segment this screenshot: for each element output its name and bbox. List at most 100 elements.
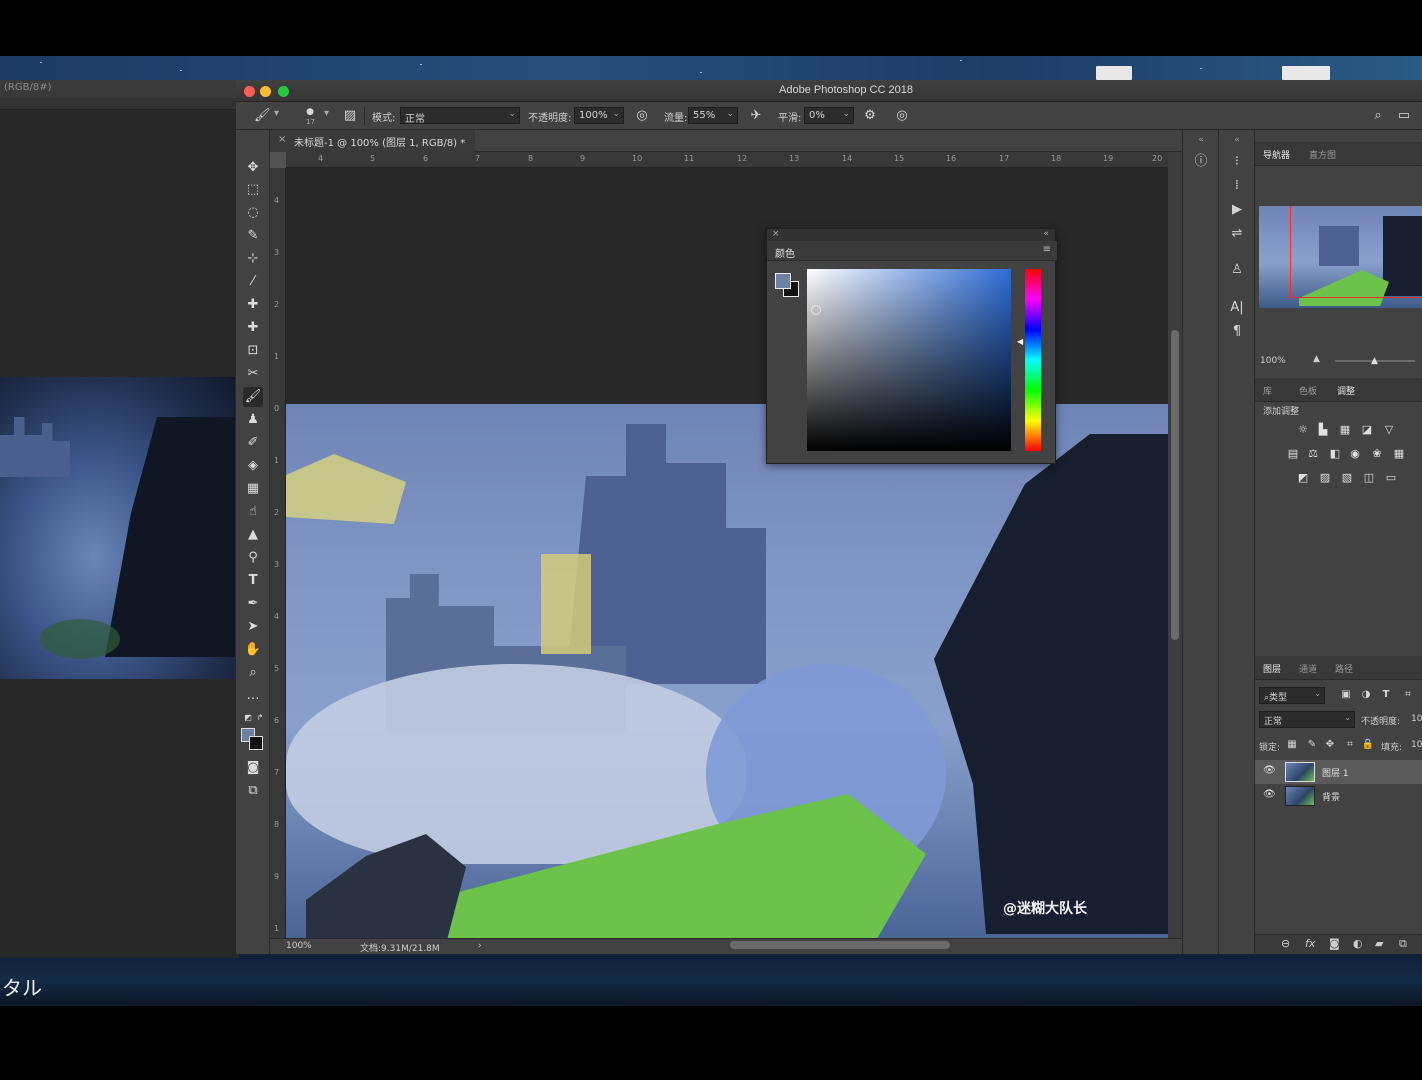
navigator-view-frame[interactable]: [1290, 206, 1422, 298]
character-panel-icon[interactable]: A|: [1227, 298, 1247, 318]
new-group-icon[interactable]: ▰: [1375, 937, 1383, 950]
brightness-icon[interactable]: ☼: [1295, 422, 1311, 438]
filter-adjustment-icon[interactable]: ◑: [1359, 688, 1373, 702]
hand-tool-icon[interactable]: ✋: [243, 640, 263, 660]
sharpen-tool-icon[interactable]: ▲: [243, 525, 263, 545]
crop-tool-icon[interactable]: ⊹: [243, 249, 263, 269]
airbrush-icon[interactable]: ✈: [748, 108, 764, 124]
quick-select-tool-icon[interactable]: ✎: [243, 226, 263, 246]
tab-paths[interactable]: 路径: [1335, 662, 1353, 675]
collapse-icon[interactable]: «: [1191, 130, 1211, 150]
gradient-tool-icon[interactable]: ▦: [243, 479, 263, 499]
hue-slider[interactable]: [1025, 269, 1041, 451]
threshold-icon[interactable]: ▧: [1339, 470, 1355, 486]
pressure-opacity-icon[interactable]: ◎: [634, 108, 650, 124]
workspace-icon[interactable]: ▭: [1396, 108, 1412, 124]
filter-type-icon[interactable]: T: [1379, 688, 1393, 702]
filter-shape-icon[interactable]: ⌗: [1401, 688, 1415, 702]
clone-source-panel-icon[interactable]: ♙: [1227, 260, 1247, 280]
lock-image-icon[interactable]: ✎: [1305, 738, 1319, 752]
color-panel-header[interactable]: × «: [767, 229, 1055, 241]
zoom-out-icon[interactable]: ▲: [1313, 354, 1320, 364]
dodge-tool-icon[interactable]: ⚲: [243, 548, 263, 568]
channel-mixer-icon[interactable]: ❀: [1369, 446, 1385, 462]
background-color-swatch[interactable]: [249, 736, 263, 750]
tab-channels[interactable]: 通道: [1299, 662, 1317, 675]
swap-colors-icon[interactable]: ↱: [250, 708, 270, 728]
pen-tool-icon[interactable]: ✒: [243, 594, 263, 614]
eyedropper-tool-icon[interactable]: ⁄: [243, 272, 263, 292]
exposure-icon[interactable]: ◪: [1359, 422, 1375, 438]
patch-tool-icon[interactable]: ⊡: [243, 341, 263, 361]
tab-swatches[interactable]: 色板: [1299, 384, 1317, 397]
navigator-thumbnail[interactable]: [1259, 206, 1422, 308]
spot-healing-tool-icon[interactable]: ✚: [243, 318, 263, 338]
document-tab[interactable]: × 未标题-1 @ 100% (图层 1, RGB/8) *: [270, 130, 476, 152]
color-picker-handle[interactable]: [811, 305, 821, 315]
healing-brush-tool-icon[interactable]: ✚: [243, 295, 263, 315]
brush-settings-icon[interactable]: ▨: [342, 108, 358, 124]
close-tab-icon[interactable]: ×: [278, 134, 286, 145]
hue-slider-marker[interactable]: ◀: [1017, 337, 1023, 346]
info-icon[interactable]: ⓘ: [1191, 152, 1211, 172]
layer-row[interactable]: 👁 背景: [1255, 784, 1422, 808]
brush-tool-icon[interactable]: 🖌: [243, 387, 263, 407]
actions-play-icon[interactable]: ▶: [1227, 200, 1247, 220]
status-zoom[interactable]: 100%: [286, 941, 312, 951]
status-menu-arrow[interactable]: ›: [478, 941, 482, 951]
layer-filter-select[interactable]: ⌕类型 ⌄: [1259, 687, 1325, 704]
filter-pixel-icon[interactable]: ▣: [1339, 688, 1353, 702]
tab-layers[interactable]: 图层: [1263, 662, 1281, 675]
brushes-panel-icon[interactable]: ⁞: [1227, 176, 1247, 196]
invert-icon[interactable]: ◩: [1295, 470, 1311, 486]
flow-input[interactable]: 55% ⌄: [688, 107, 738, 124]
navigator-zoom-value[interactable]: 100%: [1260, 356, 1286, 366]
collapse-icon[interactable]: «: [1043, 229, 1049, 239]
lock-transparent-icon[interactable]: ▦: [1285, 738, 1299, 752]
lock-artboard-icon[interactable]: ⌗: [1343, 738, 1357, 752]
gear-icon[interactable]: ⚙: [862, 108, 878, 124]
mode-select[interactable]: 正常 ⌄: [400, 107, 520, 125]
background-document-tab[interactable]: (RGB/8#): [0, 80, 239, 98]
lock-all-icon[interactable]: 🔒: [1361, 738, 1375, 752]
selective-color-icon[interactable]: ◫: [1361, 470, 1377, 486]
collapse-icon[interactable]: «: [1227, 130, 1247, 150]
background-document-window[interactable]: (RGB/8#): [0, 80, 240, 958]
gradient-map-icon[interactable]: ▭: [1383, 470, 1399, 486]
vibrance-icon[interactable]: ▽: [1381, 422, 1397, 438]
tab-adjustments[interactable]: 调整: [1337, 384, 1355, 397]
content-aware-move-icon[interactable]: ✂: [243, 364, 263, 384]
add-mask-icon[interactable]: ◙: [1329, 937, 1340, 950]
brush-picker-dropdown-icon[interactable]: ▾: [324, 108, 329, 119]
move-tool-icon[interactable]: ✥: [243, 158, 263, 178]
eye-icon[interactable]: 👁: [1263, 765, 1276, 776]
history-brush-tool-icon[interactable]: ✐: [243, 433, 263, 453]
zoom-slider-knob[interactable]: ▲: [1371, 356, 1378, 366]
paragraph-panel-icon[interactable]: ¶: [1227, 322, 1247, 342]
tab-libraries[interactable]: 库: [1263, 384, 1272, 397]
more-tools-icon[interactable]: …: [243, 686, 263, 706]
curves-icon[interactable]: ▦: [1337, 422, 1353, 438]
horizontal-scrollbar-thumb[interactable]: [730, 941, 950, 949]
color-balance-icon[interactable]: ⚖: [1305, 446, 1321, 462]
layer-row[interactable]: 👁 图层 1: [1255, 760, 1422, 784]
foreground-color-swatch[interactable]: [775, 273, 791, 289]
color-panel-tab[interactable]: 颜色 ≡: [767, 241, 1057, 261]
smudge-tool-icon[interactable]: ☝: [243, 502, 263, 522]
blend-mode-select[interactable]: 正常 ⌄: [1259, 711, 1355, 728]
quick-mask-icon[interactable]: ◙: [243, 758, 263, 778]
black-white-icon[interactable]: ◧: [1327, 446, 1343, 462]
hue-saturation-icon[interactable]: ▤: [1285, 446, 1301, 462]
opacity-input[interactable]: 100% ⌄: [574, 107, 624, 124]
tab-histogram[interactable]: 直方图: [1309, 148, 1336, 161]
marquee-tool-icon[interactable]: ⬚: [243, 180, 263, 200]
fill-value[interactable]: 10: [1411, 740, 1422, 750]
path-selection-tool-icon[interactable]: ➤: [243, 617, 263, 637]
preset-dropdown-icon[interactable]: ▾: [274, 108, 279, 119]
pressure-size-icon[interactable]: ◎: [894, 108, 910, 124]
eye-icon[interactable]: 👁: [1263, 789, 1276, 800]
canvas-artwork[interactable]: @迷糊大队长: [286, 404, 1168, 938]
layer-opacity-value[interactable]: 10: [1411, 714, 1422, 724]
brush-tool-preset-icon[interactable]: 🖌: [254, 108, 271, 124]
vertical-ruler[interactable]: 4 3 2 1 0 1 2 3 4 5 6 7 8 9 1: [270, 168, 286, 938]
